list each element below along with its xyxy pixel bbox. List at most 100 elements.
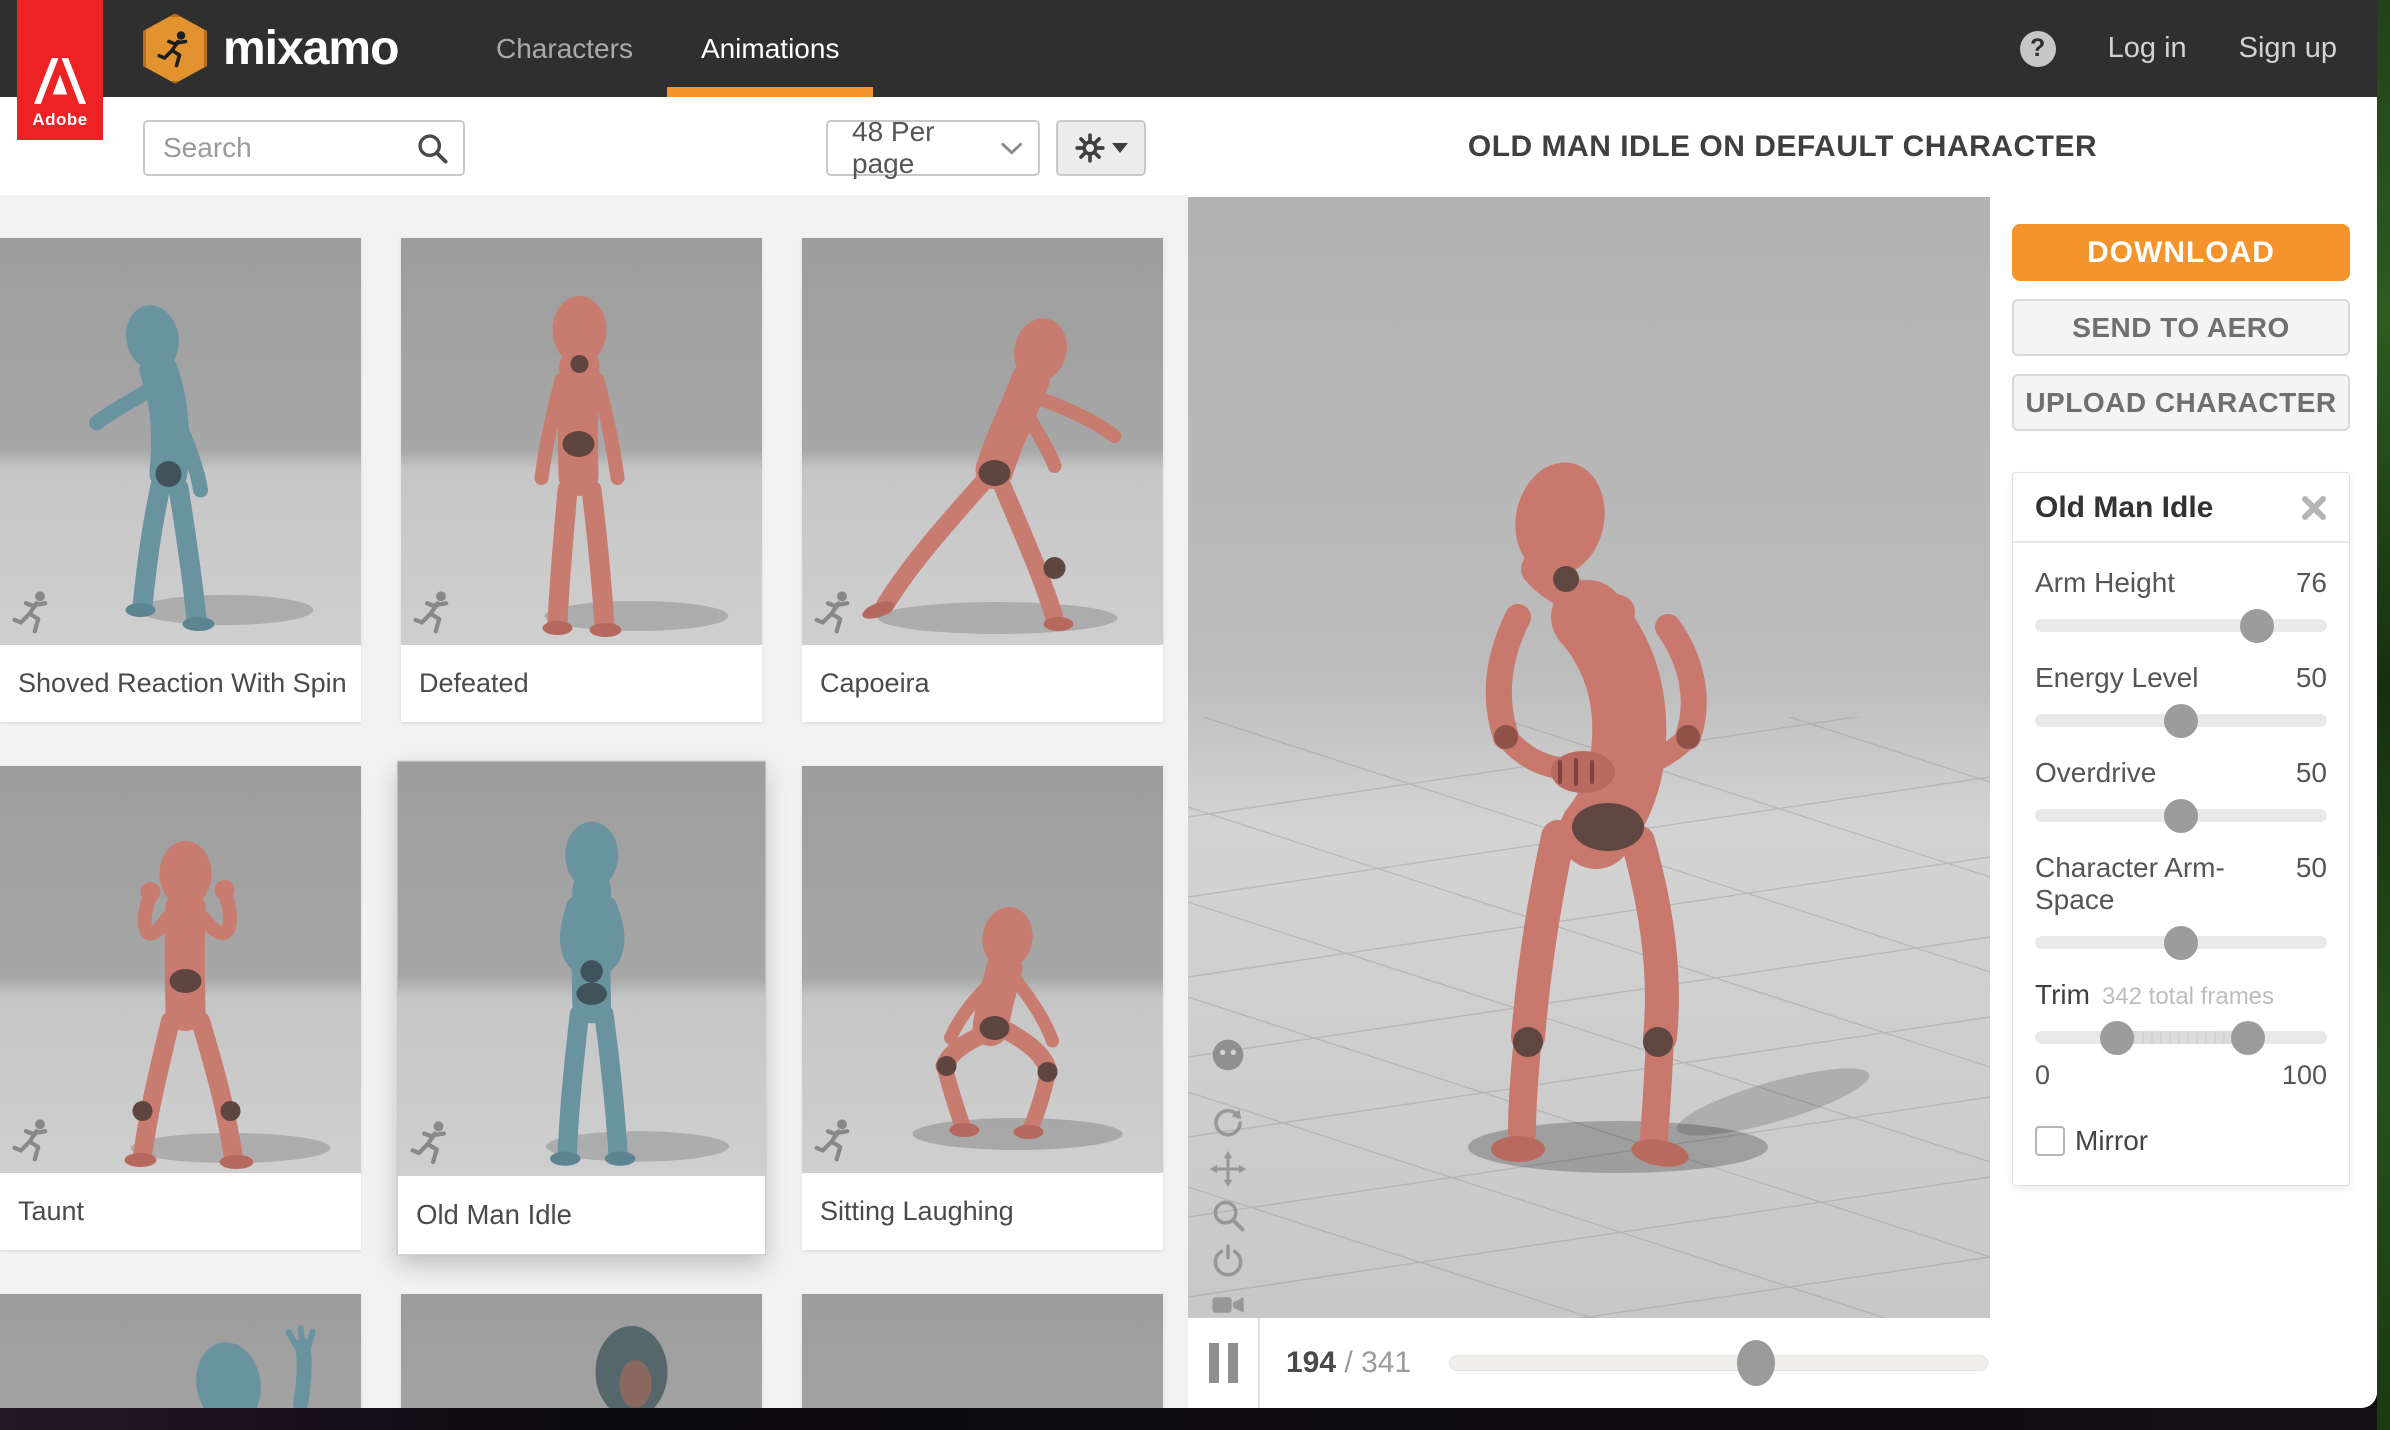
viewer-title: OLD MAN IDLE ON DEFAULT CHARACTER [1468,130,2097,164]
trim-control: Trim342 total frames 0 100 [2035,979,2327,1091]
mirror-checkbox[interactable] [2035,1126,2065,1156]
mirror-control: Mirror [2035,1125,2327,1157]
panel-title: Old Man Idle [2035,491,2213,525]
slider-overdrive: Overdrive 50 [2035,757,2327,822]
animation-card-title: Sitting Laughing [802,1173,1163,1250]
nav-right-group: ? Log in Sign up [2020,0,2337,97]
motion-type-runner-icon [410,1119,453,1166]
animation-card-title: Defeated [401,645,762,722]
top-nav-bar: mixamo Characters Animations ? Log in Si… [0,0,2377,97]
slider-track[interactable] [2035,714,2327,727]
slider-energy-level: Energy Level 50 [2035,662,2327,727]
trim-track[interactable] [2035,1031,2327,1044]
mirror-label: Mirror [2075,1125,2148,1157]
motion-type-runner-icon [814,1117,856,1163]
current-frame: 194 [1286,1346,1336,1379]
animation-thumbnail [0,238,361,645]
settings-gear-button[interactable] [1056,120,1146,176]
slider-track[interactable] [2035,936,2327,949]
slider-thumb[interactable] [2164,704,2198,738]
viewport-tool-column [1206,1035,1250,1318]
animation-thumbnail [802,766,1163,1173]
desktop-taskbar-strip [0,1408,2377,1430]
slider-label: Arm Height [2035,567,2175,599]
pan-icon[interactable] [1210,1151,1246,1187]
viewport-scene [1188,197,1990,1318]
upload-character-button[interactable]: UPLOAD CHARACTER [2012,374,2350,431]
slider-thumb[interactable] [2164,799,2198,833]
trim-start-thumb[interactable] [2100,1021,2134,1055]
trim-max-label: 100 [2282,1060,2327,1091]
slider-arm-height: Arm Height 76 [2035,567,2327,632]
frame-counter: 194 / 341 [1286,1346,1411,1380]
download-button[interactable]: DOWNLOAD [2012,224,2350,281]
animation-thumbnail [802,238,1163,645]
animation-card-taunt[interactable]: Taunt [0,766,361,1250]
animation-card-capoeira[interactable]: Capoeira [802,238,1163,722]
slider-thumb[interactable] [2240,609,2274,643]
search-icon[interactable] [415,131,449,165]
slider-character-arm-space: Character Arm-Space 50 [2035,852,2327,949]
trim-min-label: 0 [2035,1060,2050,1091]
right-sidebar: DOWNLOAD SEND TO AERO UPLOAD CHARACTER O… [1990,197,2377,1408]
animation-thumbnail [0,766,361,1173]
close-icon[interactable] [2299,493,2329,523]
camera-icon[interactable] [1210,1287,1246,1318]
animation-card-title: Shoved Reaction With Spin [0,645,361,722]
mixamo-logo[interactable]: mixamo [143,0,398,97]
slider-track[interactable] [2035,619,2327,632]
trim-label: Trim [2035,979,2090,1010]
animation-card-old-man-idle[interactable]: Old Man Idle [398,762,765,1255]
animation-card-defeated[interactable]: Defeated [401,238,762,722]
animation-card-partial-1[interactable] [0,1294,361,1408]
per-page-select[interactable]: 48 Per page [826,120,1040,176]
viewport-3d[interactable] [1188,197,1990,1318]
adobe-a-icon [34,58,86,104]
motion-type-runner-icon [814,589,856,635]
animation-card-partial-2[interactable] [401,1294,762,1408]
mixamo-app-window: mixamo Characters Animations ? Log in Si… [0,0,2377,1408]
animation-card-sitting-laughing[interactable]: Sitting Laughing [802,766,1163,1250]
adobe-logo: Adobe [17,0,103,140]
total-frames: 341 [1361,1346,1411,1379]
desktop-background-strip [2377,0,2390,1430]
slider-value: 50 [2296,662,2327,694]
power-icon[interactable] [1210,1243,1246,1279]
motion-type-runner-icon [12,1117,54,1163]
adobe-wordmark: Adobe [32,110,87,130]
slider-label: Energy Level [2035,662,2198,694]
brand-name: mixamo [223,21,398,76]
trim-end-thumb[interactable] [2231,1021,2265,1055]
animation-card-title: Old Man Idle [398,1176,765,1254]
animation-card-title: Taunt [0,1173,361,1250]
rotate-icon[interactable] [1210,1105,1246,1141]
animation-card-partial-3[interactable] [802,1294,1163,1408]
send-to-aero-button[interactable]: SEND TO AERO [2012,299,2350,356]
tab-characters[interactable]: Characters [462,0,667,97]
help-icon[interactable]: ? [2020,31,2056,67]
trim-selected-range [2117,1031,2248,1044]
tab-animations[interactable]: Animations [667,0,874,97]
motion-type-runner-icon [413,589,455,635]
nav-tabs: Characters Animations [462,0,873,97]
animation-thumbnail [802,1294,1163,1408]
timeline-slider-thumb[interactable] [1737,1340,1775,1386]
login-link[interactable]: Log in [2108,32,2187,65]
face-icon[interactable] [1208,1035,1248,1075]
signup-link[interactable]: Sign up [2239,32,2337,65]
animation-thumbnail [401,238,762,645]
search-box [143,120,465,176]
zoom-icon[interactable] [1210,1197,1246,1233]
pause-button[interactable] [1188,1318,1260,1408]
slider-value: 50 [2296,757,2327,789]
chevron-down-icon [1001,142,1022,155]
slider-label: Character Arm-Space [2035,852,2296,916]
active-tab-underline [667,87,874,97]
timeline-slider[interactable] [1449,1355,1988,1371]
animation-thumbnail [401,1294,762,1408]
animations-toolbar: 48 Per page [0,97,1188,195]
slider-thumb[interactable] [2164,926,2198,960]
slider-track[interactable] [2035,809,2327,822]
search-input[interactable] [145,132,415,164]
animation-card-shoved-reaction[interactable]: Shoved Reaction With Spin [0,238,361,722]
